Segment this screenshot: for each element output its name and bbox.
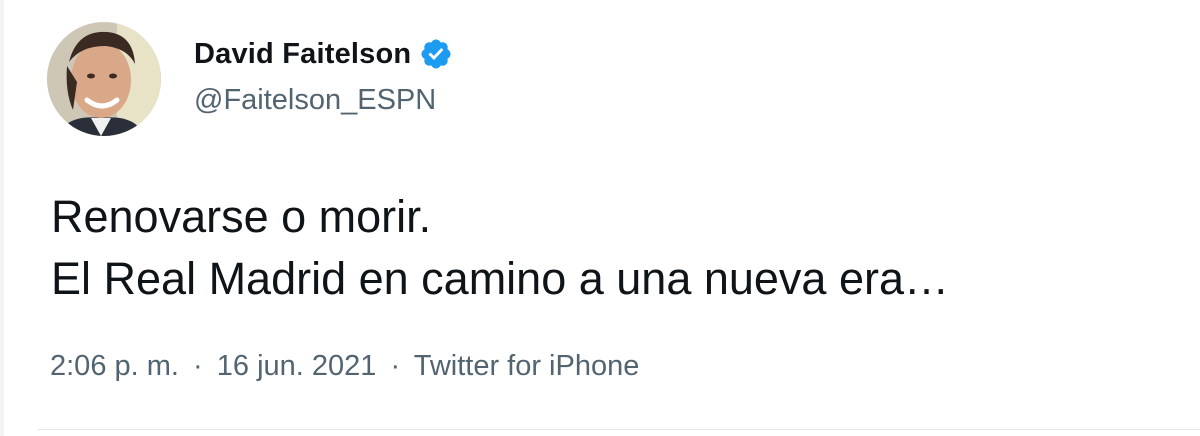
bottom-divider bbox=[38, 429, 1200, 430]
tweet-date[interactable]: 16 jun. 2021 bbox=[217, 350, 377, 382]
tweet-time[interactable]: 2:06 p. m. bbox=[50, 350, 179, 382]
avatar[interactable] bbox=[47, 22, 161, 136]
verified-badge-icon bbox=[419, 37, 453, 71]
tweet-metadata: 2:06 p. m. · 16 jun. 2021 · Twitter for … bbox=[50, 350, 639, 383]
left-edge-divider bbox=[0, 0, 4, 436]
tweet-text-line: El Real Madrid en camino a una nueva era… bbox=[51, 253, 950, 304]
separator-dot: · bbox=[390, 350, 401, 382]
author-block[interactable]: David Faitelson @Faitelson_ESPN bbox=[194, 34, 453, 117]
tweet-card: David Faitelson @Faitelson_ESPN Renovars… bbox=[0, 0, 1200, 436]
tweet-text-line: Renovarse o morir. bbox=[51, 191, 432, 242]
profile-photo bbox=[47, 22, 161, 136]
tweet-text: Renovarse o morir. El Real Madrid en cam… bbox=[51, 186, 949, 310]
separator-dot: · bbox=[193, 350, 203, 382]
user-handle[interactable]: @Faitelson_ESPN bbox=[194, 84, 453, 117]
display-name[interactable]: David Faitelson bbox=[194, 38, 411, 71]
name-row: David Faitelson bbox=[194, 34, 453, 74]
tweet-source[interactable]: Twitter for iPhone bbox=[414, 350, 640, 382]
